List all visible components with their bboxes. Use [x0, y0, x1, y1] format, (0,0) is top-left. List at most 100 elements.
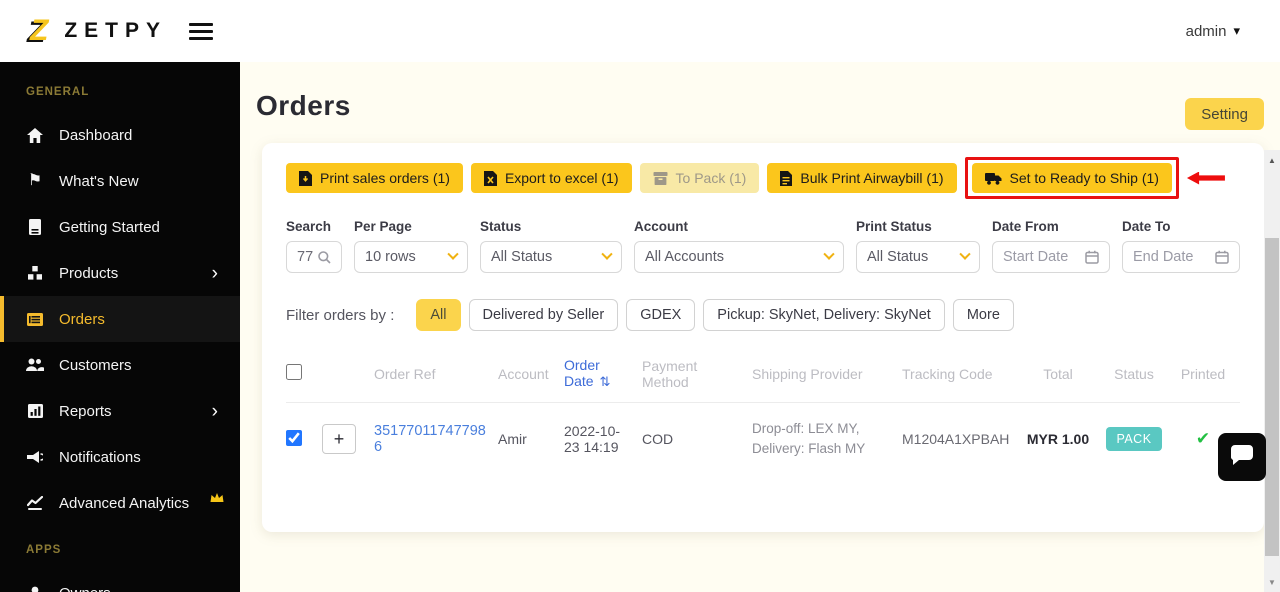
col-payment-method: Payment Method	[642, 357, 698, 390]
sidebar-item-products[interactable]: Products ›	[0, 250, 240, 296]
date-from-input[interactable]	[992, 241, 1110, 273]
sidebar-section-apps: APPS	[26, 544, 62, 556]
chevron-right-icon: ›	[211, 262, 218, 284]
scroll-up-icon[interactable]: ▲	[1264, 152, 1280, 168]
megaphone-icon	[26, 449, 44, 465]
sidebar-item-notifications[interactable]: Notifications	[0, 434, 240, 480]
annotation-arrow-left-icon	[1186, 171, 1225, 185]
end-date-field[interactable]	[1133, 249, 1215, 265]
account-select[interactable]: All Accounts	[634, 241, 844, 273]
sidebar-item-whats-new[interactable]: ⚑ What's New	[0, 158, 240, 204]
brand-logo[interactable]: Z ZETPY	[30, 14, 214, 47]
tracking-code-cell: M1204A1XPBAH	[902, 431, 1010, 448]
order-date-cell: 2022-10-23 14:19	[564, 423, 621, 456]
to-pack-button[interactable]: To Pack (1)	[639, 163, 760, 193]
table-row: + 351770117477986 Amir 2022-10-23 14:19 …	[286, 403, 1240, 476]
status-select[interactable]: All Status	[480, 241, 622, 273]
sidebar-item-label: Getting Started	[59, 218, 160, 236]
chevron-down-icon	[601, 248, 613, 260]
table-header-row: Order Ref Account Order Date ⇅ Payment M…	[286, 349, 1240, 403]
col-order-date[interactable]: Order Date ⇅	[564, 357, 642, 390]
print-status-value: All Status	[867, 249, 929, 265]
select-all-checkbox[interactable]	[286, 364, 302, 380]
user-menu[interactable]: admin ▾	[1186, 23, 1240, 40]
filter-tab-delivered-by-seller[interactable]: Delivered by Seller	[468, 299, 619, 331]
account-value: All Accounts	[645, 249, 724, 265]
sidebar-item-reports[interactable]: Reports ›	[0, 388, 240, 434]
row-checkbox[interactable]	[286, 429, 302, 446]
col-account: Account	[498, 365, 549, 382]
setting-button[interactable]: Setting	[1185, 98, 1264, 130]
filter-tab-more[interactable]: More	[952, 299, 1014, 331]
book-icon	[26, 219, 44, 235]
print-sales-orders-button[interactable]: Print sales orders (1)	[286, 163, 463, 193]
col-order-ref: Order Ref	[374, 365, 436, 382]
print-status-select[interactable]: All Status	[856, 241, 980, 273]
order-ref-link[interactable]: 351770117477986	[374, 423, 498, 455]
chat-bubble-icon	[1230, 444, 1254, 471]
annotation-highlight-box: Set to Ready to Ship (1)	[964, 157, 1179, 199]
chevron-down-icon: ▾	[1233, 23, 1240, 38]
orders-card: Print sales orders (1) Export to excel (…	[262, 143, 1264, 532]
brand-name: ZETPY	[64, 19, 168, 42]
sidebar-item-label: Products	[59, 264, 119, 282]
col-printed: Printed	[1180, 365, 1226, 382]
sort-icon: ⇅	[599, 374, 611, 389]
button-label: Print sales orders (1)	[320, 170, 450, 186]
chevron-right-icon: ›	[211, 400, 218, 422]
account-cell: Amir	[498, 431, 527, 448]
calendar-icon	[1215, 250, 1229, 264]
col-shipping-provider: Shipping Provider	[752, 365, 863, 382]
button-label: Set to Ready to Ship (1)	[1009, 170, 1159, 186]
orders-table: Order Ref Account Order Date ⇅ Payment M…	[286, 349, 1240, 476]
app-window: Z ZETPY admin ▾ GENERAL Dashboard ⚑ What…	[0, 0, 1280, 592]
zetpy-logo-icon: Z	[30, 14, 49, 47]
filter-tab-skynet[interactable]: Pickup: SkyNet, Delivery: SkyNet	[703, 299, 945, 331]
vertical-scrollbar[interactable]: ▲ ▼	[1264, 150, 1280, 592]
date-to-label: Date To	[1122, 219, 1171, 234]
button-label: Bulk Print Airwaybill (1)	[800, 170, 944, 186]
truck-icon	[984, 172, 1002, 185]
search-filter: Search	[286, 219, 342, 273]
filter-tab-gdex[interactable]: GDEX	[626, 299, 696, 331]
hamburger-menu-icon[interactable]	[189, 22, 214, 40]
search-field[interactable]	[297, 249, 318, 265]
bulk-print-airwaybill-button[interactable]: Bulk Print Airwaybill (1)	[767, 163, 957, 193]
expand-row-button[interactable]: +	[322, 424, 356, 455]
sidebar-item-getting-started[interactable]: Getting Started	[0, 204, 240, 250]
sidebar-item-label: Owners	[59, 585, 111, 592]
boxes-icon	[26, 265, 44, 281]
scrollbar-thumb[interactable]	[1265, 238, 1279, 556]
sidebar-item-customers[interactable]: Customers	[0, 342, 240, 388]
date-to-filter: Date To	[1122, 219, 1240, 273]
sidebar-item-owners[interactable]: Owners	[0, 570, 240, 592]
export-to-excel-button[interactable]: Export to excel (1)	[470, 163, 632, 193]
order-list-icon	[26, 311, 44, 327]
document-icon	[780, 170, 793, 186]
user-name: admin	[1185, 22, 1227, 40]
sidebar-item-label: Reports	[59, 402, 112, 420]
set-to-ready-to-ship-button[interactable]: Set to Ready to Ship (1)	[971, 163, 1172, 193]
pdf-icon	[299, 170, 312, 186]
filter-tab-all[interactable]: All	[416, 299, 461, 331]
shipping-provider-cell: Drop-off: LEX MY, Delivery: Flash MY	[752, 421, 866, 457]
per-page-label: Per Page	[354, 219, 412, 234]
search-input[interactable]	[286, 241, 342, 273]
line-chart-icon	[26, 495, 44, 511]
start-date-field[interactable]	[1003, 249, 1085, 265]
account-label: Account	[634, 219, 688, 234]
status-label: Status	[480, 219, 522, 234]
sidebar-item-orders[interactable]: Orders	[0, 296, 240, 342]
chat-widget-button[interactable]	[1218, 433, 1266, 481]
sidebar-item-dashboard[interactable]: Dashboard	[0, 112, 240, 158]
per-page-select[interactable]: 10 rows	[354, 241, 468, 273]
date-to-input[interactable]	[1122, 241, 1240, 273]
crown-icon	[210, 490, 224, 507]
scroll-down-icon[interactable]: ▼	[1264, 574, 1280, 590]
chevron-down-icon	[959, 248, 971, 260]
person-icon	[26, 585, 44, 592]
quick-filter-label: Filter orders by :	[286, 306, 395, 324]
sidebar-item-advanced-analytics[interactable]: Advanced Analytics	[0, 480, 240, 526]
sidebar-item-label: Advanced Analytics	[59, 494, 190, 512]
account-filter: Account All Accounts	[634, 219, 844, 273]
